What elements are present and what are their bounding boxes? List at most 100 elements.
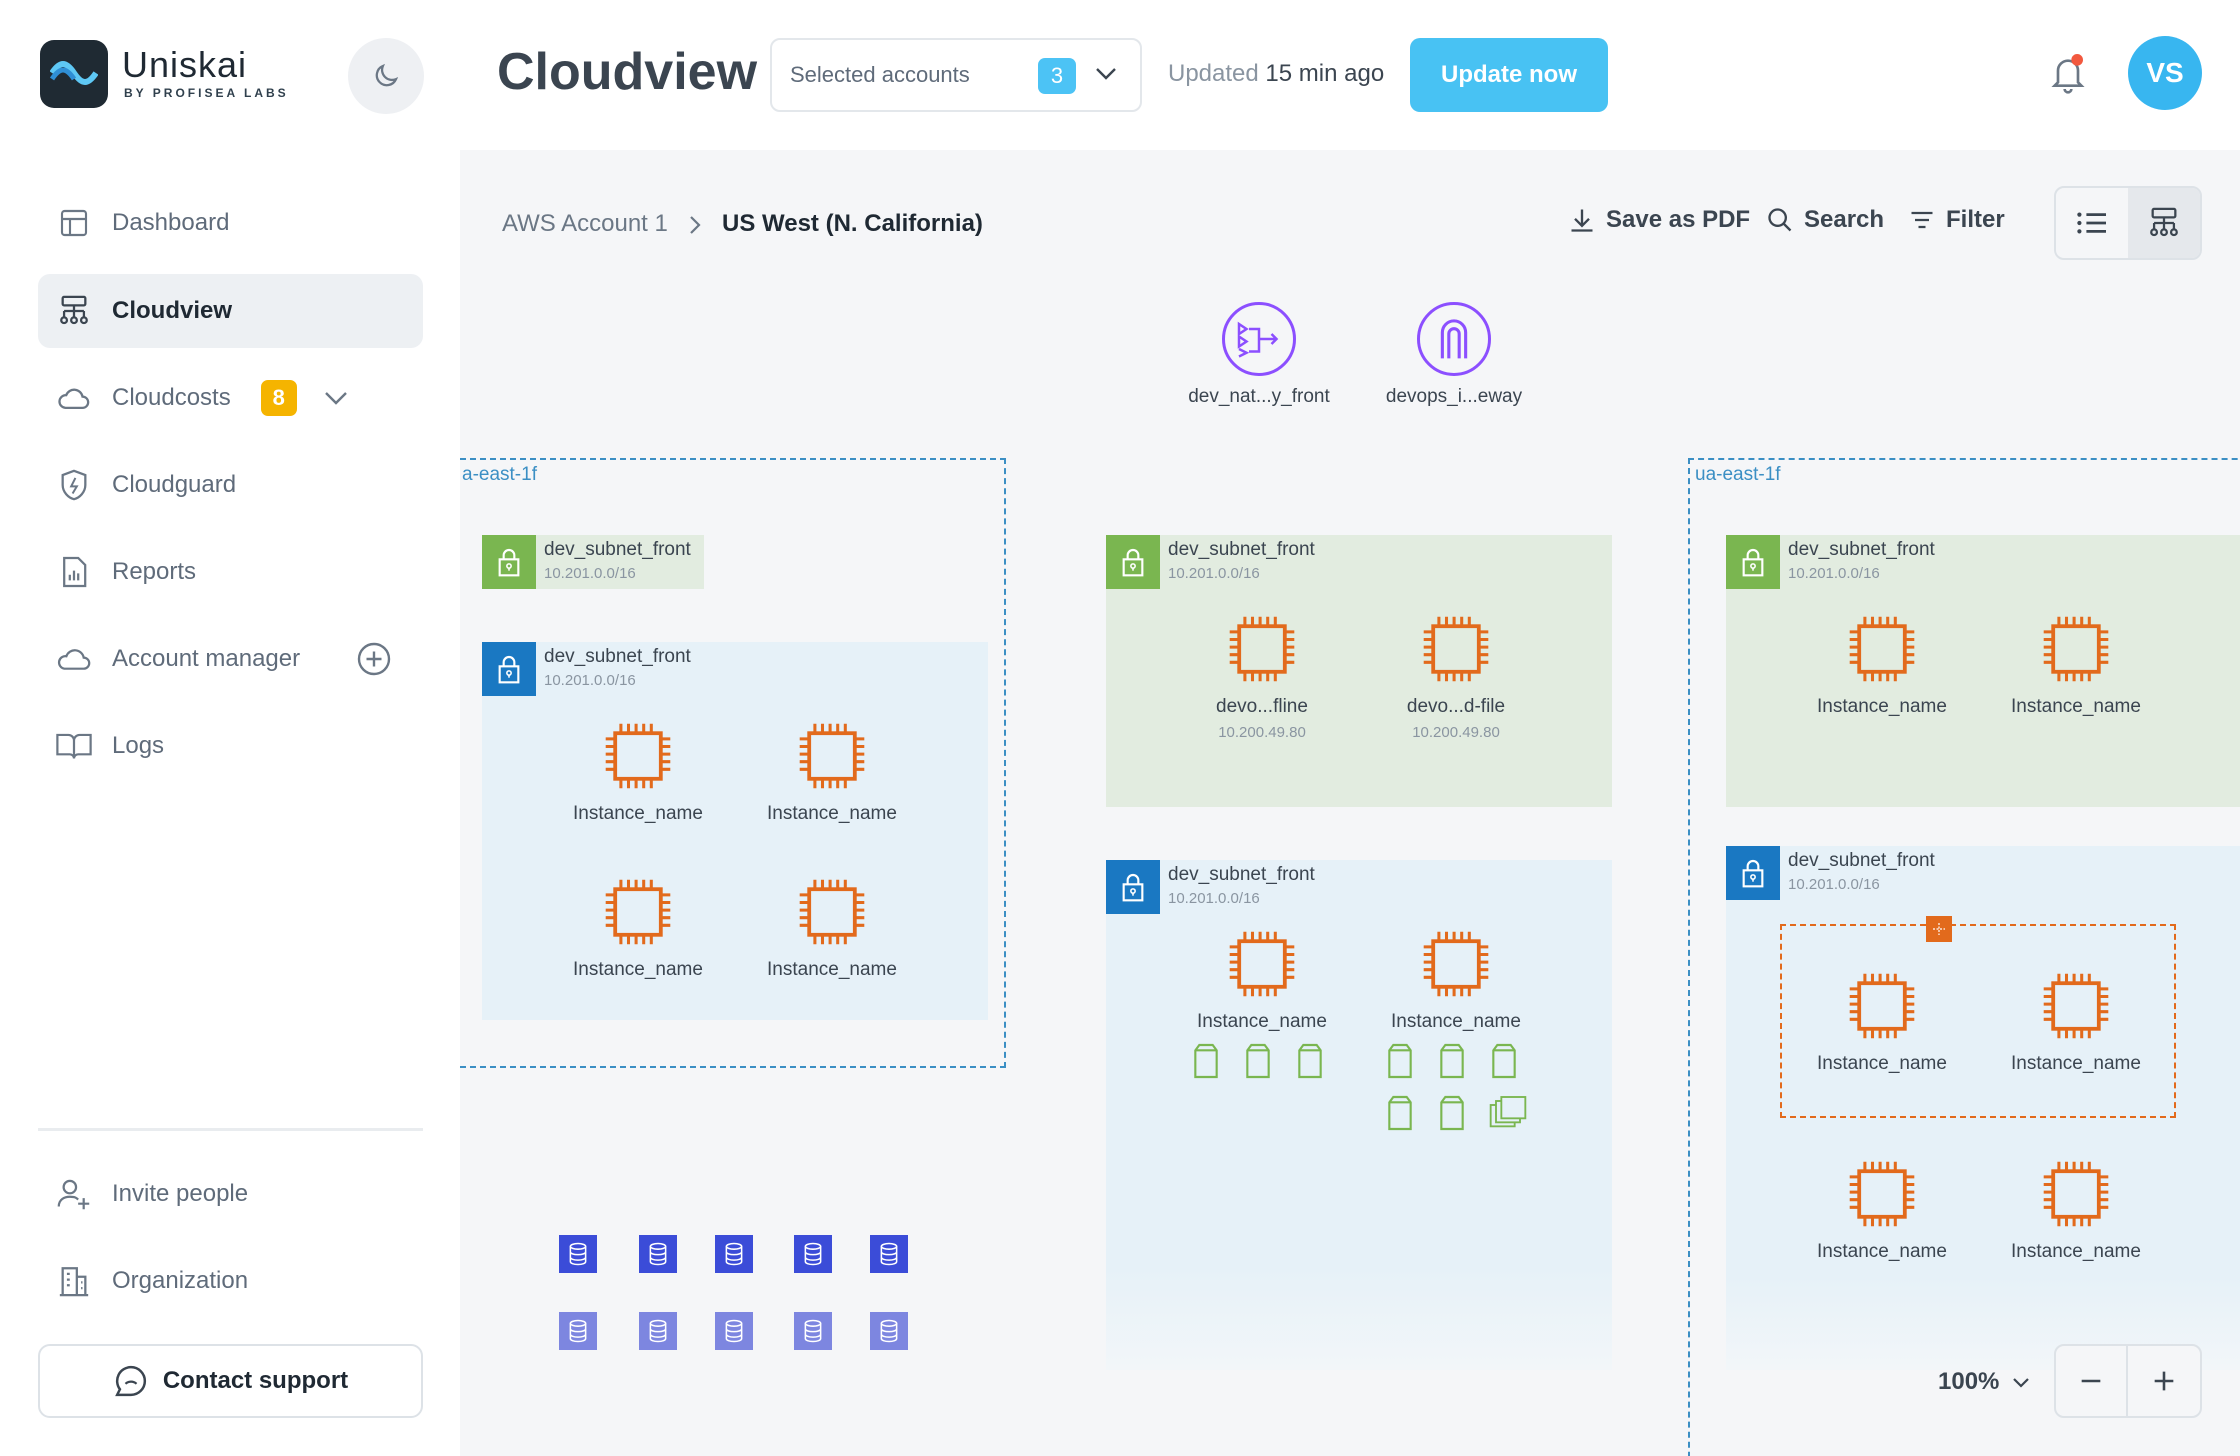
sidebar-item-label: Organization: [112, 1267, 249, 1294]
database-icon[interactable]: [715, 1235, 753, 1273]
ec2-chip-icon: [1996, 968, 2156, 1049]
ebs-volume-icon[interactable]: [1384, 1094, 1416, 1137]
database-icon[interactable]: [639, 1312, 677, 1350]
dashboard-icon: [56, 205, 92, 241]
subnet-cidr: 10.201.0.0/16: [1788, 876, 1880, 893]
instance-label: Instance_name: [767, 803, 897, 824]
subnet-public[interactable]: dev_subnet_front 10.201.0.0/16 devo...fl…: [1106, 535, 1612, 807]
subnet-private[interactable]: dev_subnet_front 10.201.0.0/16 Instance_…: [482, 642, 988, 1020]
sidebar-item-invite[interactable]: Invite people: [38, 1157, 423, 1231]
subnet-public[interactable]: dev_subnet_front 10.201.0.0/16 Instance_…: [1726, 535, 2240, 807]
subnet-cidr: 10.201.0.0/16: [1168, 890, 1260, 907]
ec2-instance[interactable]: Instance_name: [1802, 968, 1962, 1075]
breadcrumb-region: US West (N. California): [722, 210, 983, 237]
ec2-chip-icon: [752, 718, 912, 799]
subnet-private[interactable]: dev_subnet_front 10.201.0.0/16 Instance_…: [1726, 846, 2240, 1370]
zoom-level-dropdown[interactable]: 100%: [1938, 1368, 2030, 1396]
ec2-instance[interactable]: Instance_name: [752, 718, 912, 825]
save-pdf-button[interactable]: Save as PDF: [1568, 206, 1750, 234]
ec2-instance[interactable]: Instance_name: [558, 718, 718, 825]
database-icon[interactable]: [715, 1312, 753, 1350]
sidebar-item-cloudguard[interactable]: Cloudguard: [38, 448, 423, 522]
database-icon[interactable]: [639, 1235, 677, 1273]
add-account-button[interactable]: [356, 641, 392, 677]
ebs-volume-icon[interactable]: [1242, 1042, 1274, 1085]
uniskai-logo[interactable]: [40, 40, 108, 108]
nat-gateway[interactable]: dev_nat...y_front: [1179, 302, 1339, 408]
theme-toggle-button[interactable]: [348, 38, 424, 114]
gateway-label: devops_i...eway: [1385, 386, 1523, 407]
ec2-instance[interactable]: Instance_name: [1996, 1156, 2156, 1263]
contact-support-button[interactable]: Contact support: [38, 1344, 423, 1418]
notifications-button[interactable]: [2048, 52, 2088, 101]
ec2-instance[interactable]: devo...fline 10.200.49.80: [1182, 611, 1342, 741]
database-icon[interactable]: [794, 1235, 832, 1273]
ec2-instance[interactable]: Instance_name: [1802, 1156, 1962, 1263]
subnet-private[interactable]: dev_subnet_front 10.201.0.0/16 Instance_…: [1106, 860, 1612, 1370]
ec2-instance[interactable]: Instance_name: [1996, 968, 2156, 1075]
sidebar-item-organization[interactable]: Organization: [38, 1244, 423, 1318]
user-avatar[interactable]: VS: [2128, 36, 2202, 110]
database-icon[interactable]: [559, 1235, 597, 1273]
filter-button[interactable]: Filter: [1908, 206, 2005, 234]
zoom-out-button[interactable]: [2056, 1346, 2129, 1416]
ebs-volume-icon[interactable]: [1436, 1042, 1468, 1085]
moon-icon: [375, 63, 399, 87]
auto-scaling-icon: [1926, 916, 1952, 942]
cloudview-canvas[interactable]: AWS Account 1 US West (N. California) Sa…: [460, 150, 2240, 1456]
diagram-icon: [2150, 207, 2178, 237]
ec2-instance[interactable]: Instance_name: [1996, 611, 2156, 718]
ebs-volume-icon[interactable]: [1190, 1042, 1222, 1085]
sidebar-item-cloudcosts[interactable]: Cloudcosts 8: [38, 361, 423, 435]
sidebar-item-reports[interactable]: Reports: [38, 535, 423, 609]
ec2-chip-icon: [1802, 968, 1962, 1049]
ebs-volume-icon[interactable]: [1384, 1042, 1416, 1085]
zoom-in-button[interactable]: [2128, 1346, 2200, 1416]
list-view-button[interactable]: [2056, 188, 2128, 258]
database-icon[interactable]: [794, 1312, 832, 1350]
database-icon[interactable]: [870, 1312, 908, 1350]
ebs-volume-icon[interactable]: [1488, 1042, 1520, 1085]
sidebar-item-dashboard[interactable]: Dashboard: [38, 186, 423, 260]
lock-icon: [1726, 535, 1780, 589]
chevron-down-icon[interactable]: [323, 390, 349, 406]
ec2-instance[interactable]: Instance_name: [1802, 611, 1962, 718]
cloud-cost-icon: [56, 380, 92, 416]
internet-gateway[interactable]: devops_i...eway: [1374, 302, 1534, 408]
zoom-controls: [2054, 1344, 2202, 1418]
az-label-right: ua-east-1f: [1695, 464, 1781, 485]
subnet-cidr: 10.201.0.0/16: [544, 565, 636, 582]
database-icon[interactable]: [870, 1235, 908, 1273]
cloudcosts-badge: 8: [260, 380, 297, 416]
subnet-public[interactable]: dev_subnet_front 10.201.0.0/16: [482, 535, 704, 589]
sidebar-item-label: Invite people: [112, 1180, 249, 1207]
gateway-label: dev_nat...y_front: [1188, 386, 1330, 407]
sidebar-item-logs[interactable]: Logs: [38, 709, 423, 783]
volume-group-icon[interactable]: [1488, 1094, 1528, 1137]
lock-icon: [482, 642, 536, 696]
ec2-chip-icon: [1802, 1156, 1962, 1237]
update-now-button[interactable]: Update now: [1410, 38, 1608, 112]
selected-accounts-dropdown[interactable]: Selected accounts 3: [770, 38, 1142, 112]
ec2-chip-icon: [558, 874, 718, 955]
zoom-level: 100%: [1938, 1368, 2000, 1395]
ec2-instance[interactable]: Instance_name: [752, 874, 912, 981]
diagram-view-button[interactable]: [2128, 188, 2200, 258]
database-icon[interactable]: [559, 1312, 597, 1350]
download-icon: [1571, 209, 1593, 232]
ec2-instance[interactable]: devo...d-file 10.200.49.80: [1376, 611, 1536, 741]
ec2-chip-icon: [1996, 1156, 2156, 1237]
chevron-down-icon: [1094, 66, 1118, 82]
ec2-instance[interactable]: Instance_name: [1376, 926, 1536, 1033]
search-button[interactable]: Search: [1766, 206, 1884, 234]
sidebar-divider: [38, 1128, 423, 1131]
sidebar-item-cloudview[interactable]: Cloudview: [38, 274, 423, 348]
ec2-instance[interactable]: Instance_name: [1182, 926, 1342, 1033]
sidebar-item-account-manager[interactable]: Account manager: [38, 622, 423, 696]
ebs-volume-icon[interactable]: [1436, 1094, 1468, 1137]
instance-label: Instance_name: [1817, 1053, 1947, 1074]
subnet-cidr: 10.201.0.0/16: [544, 672, 636, 689]
ebs-volume-icon[interactable]: [1294, 1042, 1326, 1085]
ec2-instance[interactable]: Instance_name: [558, 874, 718, 981]
breadcrumb-account[interactable]: AWS Account 1: [502, 210, 668, 238]
